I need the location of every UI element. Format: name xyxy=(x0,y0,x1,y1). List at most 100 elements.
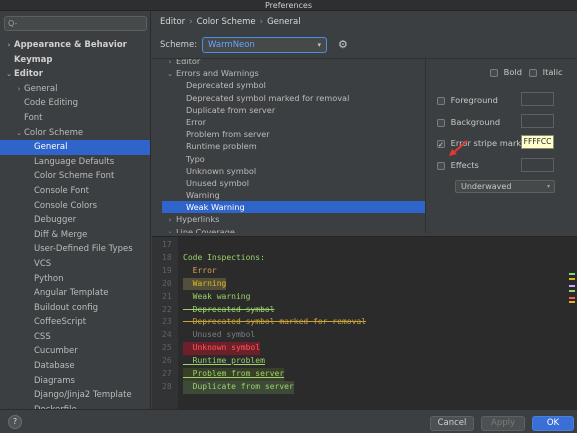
sidebar-item-editor[interactable]: ⌄ Editor xyxy=(0,67,150,82)
stripe-mark[interactable] xyxy=(569,285,575,287)
inspection-item-label: Deprecated symbol xyxy=(186,80,266,91)
background-checkbox[interactable] xyxy=(437,118,445,127)
inspection-item-errors-and-warnings[interactable]: ⌄ Errors and Warnings xyxy=(162,67,425,79)
sidebar-item-label: Language Defaults xyxy=(34,156,115,167)
sidebar-item-coffeescript[interactable]: CoffeeScript xyxy=(0,315,150,330)
inspection-tree: › Editor ⌄ Errors and Warnings Deprecated sy… xyxy=(162,59,426,233)
sidebar-item-label: CoffeeScript xyxy=(34,317,87,328)
inspection-item-warning[interactable]: Warning xyxy=(162,189,425,201)
sidebar-item-color-scheme[interactable]: ⌄ Color Scheme xyxy=(0,126,150,141)
chevron-down-icon[interactable]: ⌄ xyxy=(14,126,24,141)
gear-icon[interactable]: ⚙ xyxy=(338,38,348,52)
inspection-item-problem-from-server[interactable]: Problem from server xyxy=(162,128,425,140)
inspection-item-editor[interactable]: › Editor xyxy=(162,59,425,67)
inspection-item-label: Line Coverage xyxy=(176,226,235,233)
sidebar-item-vcs[interactable]: VCS xyxy=(0,257,150,272)
chevron-right-icon[interactable]: › xyxy=(4,38,14,53)
inspection-item-weak-warning[interactable]: Weak Warning xyxy=(162,201,425,214)
cancel-button[interactable]: Cancel xyxy=(430,416,474,431)
background-color-swatch[interactable] xyxy=(521,114,554,128)
sidebar-item-css[interactable]: CSS xyxy=(0,330,150,345)
sidebar-item-python[interactable]: Python xyxy=(0,272,150,287)
inspection-item-label: Warning xyxy=(186,190,220,201)
inspection-item-label: Duplicate from server xyxy=(186,104,276,115)
sidebar-item-label: Color Scheme Font xyxy=(34,171,115,182)
inspection-item-typo[interactable]: Typo xyxy=(162,153,425,165)
ok-button[interactable]: OK xyxy=(532,416,574,431)
inspection-item-error[interactable]: Error xyxy=(162,116,425,128)
error-stripe-color-swatch[interactable]: FFFFCC xyxy=(521,135,554,149)
chevron-right-icon[interactable]: › xyxy=(14,82,24,97)
settings-search-input[interactable]: Q- xyxy=(4,16,147,31)
error-stripe[interactable] xyxy=(569,237,575,409)
inspection-item-line-coverage[interactable]: › Line Coverage xyxy=(162,226,425,233)
sidebar-item-diff-merge[interactable]: Diff & Merge xyxy=(0,228,150,243)
effects-checkbox[interactable] xyxy=(437,161,445,170)
sidebar-item-buildout-config[interactable]: Buildout config xyxy=(0,301,150,316)
stripe-mark[interactable] xyxy=(569,297,575,299)
sidebar-item-appearance-behavior[interactable]: › Appearance & Behavior xyxy=(0,38,150,53)
sidebar-item-label: Angular Template xyxy=(34,288,109,299)
sidebar-item-angular-template[interactable]: Angular Template xyxy=(0,286,150,301)
stripe-mark[interactable] xyxy=(569,278,575,280)
breadcrumb-separator: › xyxy=(259,17,264,27)
sidebar-item-console-font[interactable]: Console Font xyxy=(0,184,150,199)
inspection-item-unknown-symbol[interactable]: Unknown symbol xyxy=(162,165,425,177)
sidebar-item-cucumber[interactable]: Cucumber xyxy=(0,344,150,359)
line-number: 18 xyxy=(162,252,172,262)
foreground-checkbox[interactable] xyxy=(437,96,445,105)
sidebar-item-database[interactable]: Database xyxy=(0,359,150,374)
stripe-mark[interactable] xyxy=(569,301,575,303)
bold-option[interactable]: Bold xyxy=(490,65,522,79)
line-number: 28 xyxy=(162,381,172,391)
code-text: Unknown symbol xyxy=(183,342,261,355)
sidebar-item-general[interactable]: › General xyxy=(0,82,150,97)
sidebar-item-label: CSS xyxy=(34,331,51,342)
inspection-item-runtime-problem[interactable]: Runtime problem xyxy=(162,140,425,152)
chevron-down-icon[interactable]: ⌄ xyxy=(4,67,14,82)
inspection-item-label: Errors and Warnings xyxy=(176,68,259,79)
line-number: 17 xyxy=(162,240,172,249)
effects-color-swatch[interactable] xyxy=(521,158,554,172)
sidebar-item-general[interactable]: General xyxy=(0,140,150,155)
inspection-item-deprecated-symbol[interactable]: Deprecated symbol xyxy=(162,79,425,91)
breadcrumb-color-scheme: Color Scheme xyxy=(196,17,256,27)
foreground-color-swatch[interactable] xyxy=(521,92,554,106)
effects-type-select[interactable]: Underwaved ▾ xyxy=(455,180,555,193)
foreground-option[interactable]: Foreground xyxy=(437,93,498,107)
sidebar-item-language-defaults[interactable]: Language Defaults xyxy=(0,155,150,170)
sidebar-item-label: Debugger xyxy=(34,215,77,226)
help-icon[interactable]: ? xyxy=(8,415,22,429)
sidebar-item-django-jinja2-template[interactable]: Django/Jinja2 Template xyxy=(0,388,150,403)
background-option[interactable]: Background xyxy=(437,115,500,129)
italic-checkbox[interactable] xyxy=(529,68,537,77)
inspection-item-hyperlinks[interactable]: › Hyperlinks xyxy=(162,213,425,225)
bold-label: Bold xyxy=(503,67,522,77)
apply-button[interactable]: Apply xyxy=(481,416,525,431)
scheme-select[interactable]: WarmNeon ▾ xyxy=(202,37,327,53)
breadcrumb-editor: Editor xyxy=(160,17,186,27)
inspection-item-label: Problem from server xyxy=(186,129,270,140)
sidebar-item-debugger[interactable]: Debugger xyxy=(0,213,150,228)
chevron-right-icon[interactable]: › xyxy=(164,227,176,233)
inspection-item-duplicate-from-server[interactable]: Duplicate from server xyxy=(162,104,425,116)
error-stripe-checkbox[interactable] xyxy=(437,138,445,152)
sidebar-item-console-colors[interactable]: Console Colors xyxy=(0,199,150,214)
stripe-mark[interactable] xyxy=(569,290,575,292)
sidebar-item-color-scheme-font[interactable]: Color Scheme Font xyxy=(0,169,150,184)
sidebar-item-keymap[interactable]: Keymap xyxy=(0,53,150,68)
search-icon: Q- xyxy=(8,19,18,28)
italic-option[interactable]: Italic xyxy=(529,65,563,79)
stripe-mark[interactable] xyxy=(569,273,575,275)
sidebar-item-font[interactable]: Font xyxy=(0,111,150,126)
sidebar-item-user-defined-file-types[interactable]: User-Defined File Types xyxy=(0,242,150,257)
code-text: Runtime problem xyxy=(183,356,265,366)
sidebar-item-label: Diff & Merge xyxy=(34,229,88,240)
bold-checkbox[interactable] xyxy=(490,68,498,77)
scheme-row: Scheme: WarmNeon ▾ ⚙ xyxy=(160,37,460,53)
inspection-item-deprecated-symbol-marked-for-removal[interactable]: Deprecated symbol marked for removal xyxy=(162,92,425,104)
inspection-item-unused-symbol[interactable]: Unused symbol xyxy=(162,177,425,189)
sidebar-item-code-editing[interactable]: Code Editing xyxy=(0,96,150,111)
effects-option[interactable]: Effects xyxy=(437,158,479,172)
sidebar-item-diagrams[interactable]: Diagrams xyxy=(0,374,150,389)
